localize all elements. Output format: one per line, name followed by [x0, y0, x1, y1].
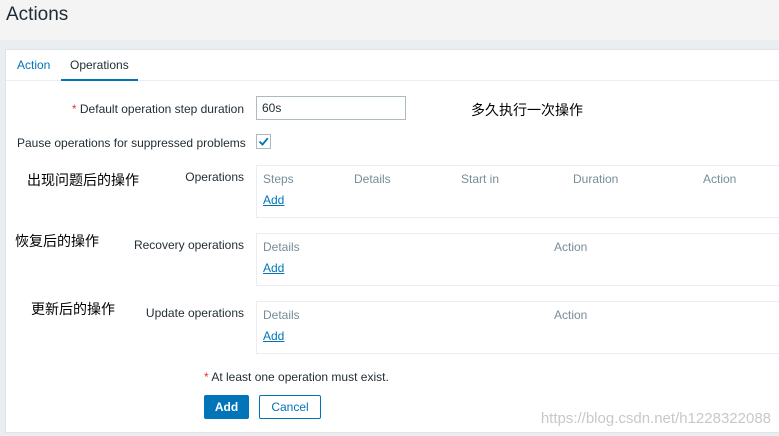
form-panel: Action Operations * Default operation st…	[5, 49, 779, 433]
add-update-operation-link[interactable]: Add	[263, 329, 284, 343]
tab-operations[interactable]: Operations	[61, 50, 138, 81]
update-operations-table: Details Action Add	[256, 301, 779, 354]
step-duration-label: * Default operation step duration	[72, 102, 244, 116]
column-header-action: Action	[554, 240, 588, 254]
annotation-step-duration: 多久执行一次操作	[471, 103, 583, 119]
column-header-details: Details	[263, 240, 300, 254]
column-header-action: Action	[554, 308, 588, 322]
checkmark-icon	[258, 137, 269, 146]
column-header-duration: Duration	[573, 172, 619, 186]
watermark: https://blog.csdn.net/h1228322088	[540, 410, 771, 427]
tab-bar: Action Operations	[6, 50, 779, 81]
recovery-operations-label: Recovery operations	[133, 238, 244, 252]
operations-table: Steps Details Start in Duration Action A…	[256, 165, 779, 218]
column-header-action: Action	[703, 172, 737, 186]
annotation-operations: 出现问题后的操作	[27, 173, 139, 189]
operations-label: Operations	[185, 170, 244, 184]
update-operations-label: Update operations	[145, 306, 244, 320]
column-header-start-in: Start in	[461, 172, 500, 186]
required-mark: *	[204, 370, 209, 384]
pause-suppressed-label: Pause operations for suppressed problems	[17, 136, 246, 150]
tab-action[interactable]: Action	[8, 50, 59, 81]
recovery-operations-table: Details Action Add	[256, 233, 779, 286]
annotation-update: 更新后的操作	[31, 302, 115, 318]
column-header-details: Details	[354, 172, 391, 186]
step-duration-label-text: Default operation step duration	[79, 102, 244, 116]
page-title: Actions	[6, 4, 69, 25]
hint-text: At least one operation must exist.	[211, 370, 389, 384]
add-recovery-operation-link[interactable]: Add	[263, 261, 284, 275]
annotation-recovery: 恢复后的操作	[15, 234, 99, 250]
required-mark: *	[71, 102, 77, 116]
add-operation-link[interactable]: Add	[263, 193, 284, 207]
operation-required-hint: * At least one operation must exist.	[204, 370, 389, 384]
cancel-button[interactable]: Cancel	[259, 395, 321, 419]
page-header: Actions	[0, 0, 779, 40]
column-header-steps: Steps	[263, 172, 294, 186]
column-header-details: Details	[263, 308, 300, 322]
step-duration-input[interactable]	[256, 96, 406, 120]
add-button[interactable]: Add	[204, 395, 249, 419]
pause-suppressed-checkbox[interactable]	[256, 134, 271, 149]
